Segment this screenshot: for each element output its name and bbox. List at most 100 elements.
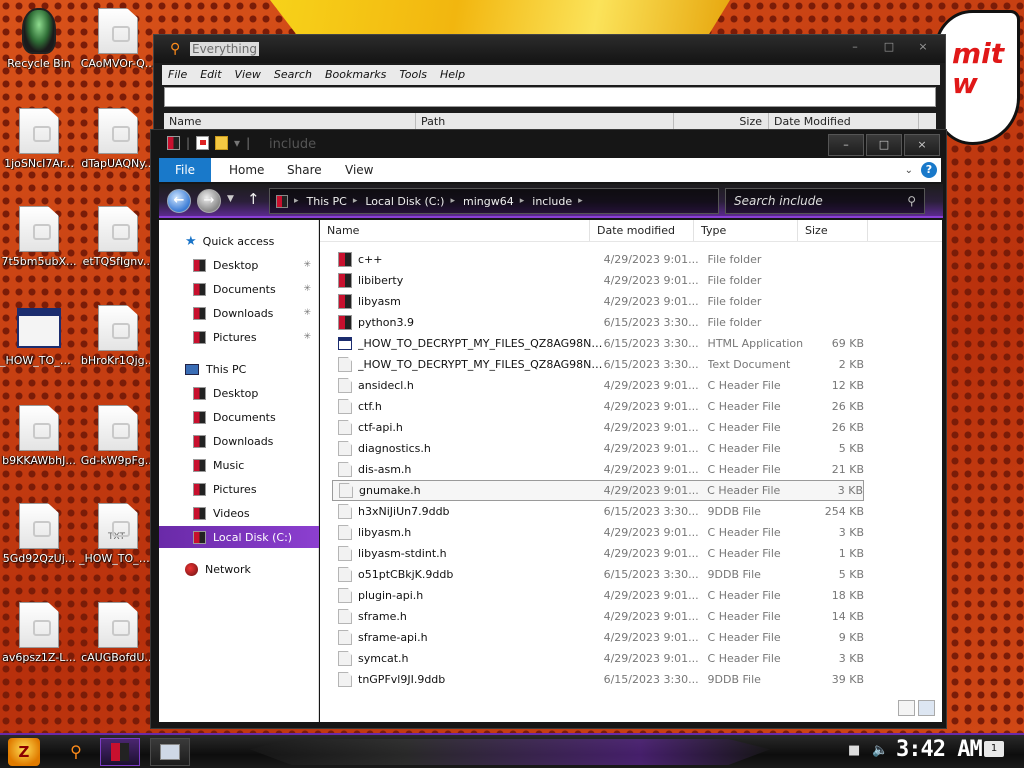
desktop-icon[interactable]: _HOW_TO_D... [0, 305, 78, 367]
nav-item-documents[interactable]: Documents ✳ [159, 278, 319, 300]
desktop-icon[interactable]: etTQSfIgnv... [79, 206, 157, 268]
maximize-button[interactable]: □ [866, 134, 902, 156]
table-row[interactable]: ctf-api.h 4/29/2023 9:01... C Header File 2… [332, 417, 864, 438]
minimize-button[interactable]: – [839, 39, 871, 57]
nav-item-downloads[interactable]: Downloads [159, 430, 319, 452]
forward-button[interactable]: → [197, 189, 221, 213]
nav-item-local-disk-c[interactable]: Local Disk (C:) [159, 526, 319, 548]
table-row[interactable]: sframe.h 4/29/2023 9:01... C Header File 14… [332, 606, 864, 627]
tab-file[interactable]: File [159, 158, 211, 182]
table-row[interactable]: _HOW_TO_DECRYPT_MY_FILES_QZ8AG98N_... 6/1… [332, 333, 864, 354]
tab-home[interactable]: Home [211, 158, 269, 182]
desktop-icon[interactable]: 1joSNcI7Ar... [0, 108, 78, 170]
desktop-icon[interactable]: 5Gd92QzUj... [0, 503, 78, 565]
minimize-button[interactable]: – [828, 134, 864, 156]
table-row[interactable]: python3.9 6/15/2023 3:30... File folder [332, 312, 864, 333]
desktop-icon[interactable]: 7t5bm5ubX... [0, 206, 78, 268]
help-icon[interactable]: ? [921, 162, 937, 178]
col-size[interactable]: Size [798, 220, 868, 241]
explorer-titlebar[interactable]: | ▾ | include – □ × [151, 130, 946, 158]
desktop-icon[interactable]: bHroKr1Qjg... [79, 305, 157, 367]
tab-share[interactable]: Share [269, 158, 327, 182]
back-button[interactable]: ← [167, 189, 191, 213]
table-row[interactable]: libyasm 4/29/2023 9:01... File folder [332, 291, 864, 312]
menu-file[interactable]: File [168, 65, 187, 85]
nav-item-desktop[interactable]: Desktop [159, 382, 319, 404]
table-row[interactable]: dis-asm.h 4/29/2023 9:01... C Header File 2… [332, 459, 864, 480]
nav-item-documents[interactable]: Documents [159, 406, 319, 428]
chevron-right-icon[interactable]: ▸ [353, 196, 358, 206]
nav-quick-access[interactable]: ★ Quick access [159, 230, 319, 252]
desktop-icon[interactable]: b9KKAWbhJ... [0, 405, 78, 467]
chevron-down-icon[interactable]: ▾ [234, 136, 240, 150]
desktop-icon[interactable]: cAUGBofdU... [79, 602, 157, 664]
col-type[interactable]: Type [694, 220, 798, 241]
nav-item-pictures[interactable]: Pictures ✳ [159, 326, 319, 348]
nav-item-downloads[interactable]: Downloads ✳ [159, 302, 319, 324]
chevron-right-icon[interactable]: ▸ [450, 196, 455, 206]
desktop-icon[interactable]: Recycle Bin [0, 8, 78, 70]
nav-item-music[interactable]: Music [159, 454, 319, 476]
col-name[interactable]: Name [320, 220, 590, 241]
pin-icon[interactable]: ✳ [303, 308, 311, 318]
table-row[interactable]: c++ 4/29/2023 9:01... File folder [332, 249, 864, 270]
table-row[interactable]: libyasm.h 4/29/2023 9:01... C Header File 3… [332, 522, 864, 543]
table-row[interactable]: plugin-api.h 4/29/2023 9:01... C Header Fi… [332, 585, 864, 606]
desktop-icon[interactable]: TXT _HOW_TO_D... [79, 503, 157, 565]
table-row[interactable]: ansidecl.h 4/29/2023 9:01... C Header File… [332, 375, 864, 396]
nav-item-pictures[interactable]: Pictures [159, 478, 319, 500]
table-row[interactable]: _HOW_TO_DECRYPT_MY_FILES_QZ8AG98N_... 6/1… [332, 354, 864, 375]
chevron-right-icon[interactable]: ▸ [294, 196, 299, 206]
new-folder-icon[interactable] [215, 136, 229, 150]
up-button[interactable]: ↑ [247, 190, 260, 208]
desktop-icon[interactable]: dTapUAQNy... [79, 108, 157, 170]
taskbar-everything[interactable]: ⚲ [56, 738, 96, 766]
table-row[interactable]: o51ptCBkjK.9ddb 6/15/2023 3:30... 9DDB Fil… [332, 564, 864, 585]
pin-icon[interactable]: ✳ [303, 260, 311, 270]
menu-view[interactable]: View [235, 65, 261, 85]
pin-icon[interactable]: ✳ [303, 284, 311, 294]
tab-view[interactable]: View [327, 158, 385, 182]
taskbar-window-preview[interactable] [150, 738, 190, 766]
nav-item-desktop[interactable]: Desktop ✳ [159, 254, 319, 276]
desktop-icon[interactable]: CAoMVOr-Q... [79, 8, 157, 70]
breadcrumb-item[interactable]: This PC [307, 195, 347, 208]
network-icon[interactable]: ■ [848, 743, 860, 758]
search-input[interactable]: Search include ⚲ [725, 188, 925, 214]
close-button[interactable]: × [907, 39, 939, 57]
table-row[interactable]: tnGPFvl9JI.9ddb 6/15/2023 3:30... 9DDB Fil… [332, 669, 864, 690]
expand-ribbon-icon[interactable]: ⌄ [905, 165, 913, 176]
large-icons-view-button[interactable] [918, 700, 935, 716]
menu-search[interactable]: Search [274, 65, 312, 85]
table-row[interactable]: h3xNiJiUn7.9ddb 6/15/2023 3:30... 9DDB Fil… [332, 501, 864, 522]
menu-edit[interactable]: Edit [200, 65, 221, 85]
table-row[interactable]: gnumake.h 4/29/2023 9:01... C Header File 3… [332, 480, 864, 501]
desktop-icon[interactable]: av6psz1Z-L... [0, 602, 78, 664]
address-bar[interactable]: ▸ This PC ▸ Local Disk (C:) ▸ mingw64 ▸ includ… [269, 188, 719, 214]
maximize-button[interactable]: □ [873, 39, 905, 57]
nav-item-videos[interactable]: Videos [159, 502, 319, 524]
col-date-modified[interactable]: Date modified [590, 220, 694, 241]
breadcrumb-item[interactable]: mingw64 [463, 195, 514, 208]
menu-tools[interactable]: Tools [399, 65, 427, 85]
start-button[interactable]: Z [8, 738, 40, 766]
nav-this-pc[interactable]: This PC [159, 358, 319, 380]
table-row[interactable]: ctf.h 4/29/2023 9:01... C Header File 26 KB [332, 396, 864, 417]
chevron-right-icon[interactable]: ▸ [520, 196, 525, 206]
taskbar-explorer[interactable] [100, 738, 140, 766]
close-button[interactable]: × [904, 134, 940, 156]
notification-icon[interactable]: 1 [984, 741, 1004, 757]
volume-icon[interactable]: 🔈 [872, 743, 888, 758]
table-row[interactable]: libyasm-stdint.h 4/29/2023 9:01... C Heade… [332, 543, 864, 564]
recent-locations-icon[interactable]: ▼ [227, 194, 234, 204]
details-view-button[interactable] [898, 700, 915, 716]
table-row[interactable]: sframe-api.h 4/29/2023 9:01... C Header Fi… [332, 627, 864, 648]
breadcrumb-item[interactable]: include [532, 195, 572, 208]
properties-icon[interactable] [196, 136, 210, 150]
table-row[interactable]: libiberty 4/29/2023 9:01... File folder [332, 270, 864, 291]
everything-titlebar[interactable]: ⚲ Everything – □ × [154, 35, 945, 63]
nav-network[interactable]: Network [159, 558, 319, 580]
menu-bookmarks[interactable]: Bookmarks [325, 65, 386, 85]
chevron-right-icon[interactable]: ▸ [578, 196, 583, 206]
table-row[interactable]: diagnostics.h 4/29/2023 9:01... C Header F… [332, 438, 864, 459]
